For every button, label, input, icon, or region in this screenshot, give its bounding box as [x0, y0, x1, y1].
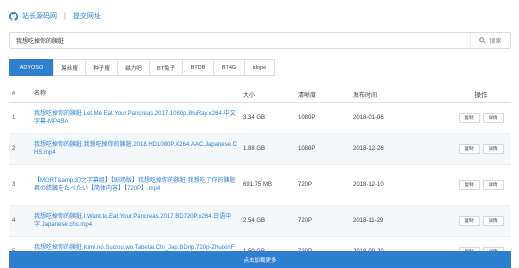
header-size: 大小: [243, 92, 256, 99]
row-size: 691.75 MB: [243, 182, 273, 188]
row-size: 1.88 GB: [243, 146, 266, 152]
row-name-link[interactable]: 我想吃掉你的胰脏.我想吃掉你的胰脏.2018.HD1080P.X264.AAC.…: [34, 141, 243, 157]
row-ops: 复制 详情: [451, 216, 511, 226]
detail-button[interactable]: 详情: [482, 180, 504, 190]
tab-adyoso[interactable]: ADYOSO: [9, 59, 54, 76]
detail-button[interactable]: 详情: [482, 144, 504, 154]
search-button[interactable]: 搜索: [470, 33, 510, 48]
nav-separator: |: [64, 12, 66, 20]
row-name-link[interactable]: 我想吃掉你的胰脏.Let.Me.Eat.Your.Pancreas.2017.1…: [34, 110, 243, 126]
row-resolution: 720P: [298, 182, 313, 188]
tab-zhongzisou[interactable]: 种子搜: [85, 59, 118, 76]
row-time: 2018-12-26: [353, 146, 384, 152]
row-time: 2018-01-06: [353, 115, 384, 121]
row-num: 2: [12, 146, 16, 152]
tab-cilima[interactable]: 磁力吧: [117, 59, 150, 76]
load-more-button[interactable]: 点击加载更多: [9, 251, 511, 268]
row-ops: 复制 详情: [451, 180, 511, 190]
row-size: 3.34 GB: [243, 115, 266, 121]
copy-button[interactable]: 复制: [458, 113, 480, 123]
tab-idope[interactable]: idope: [244, 59, 275, 76]
search-input[interactable]: [10, 33, 470, 48]
table-row: 1 我想吃掉你的胰脏.Let.Me.Eat.Your.Pancreas.2017…: [9, 103, 511, 134]
tab-btdb[interactable]: BTDB: [182, 59, 214, 76]
copy-button[interactable]: 复制: [458, 144, 480, 154]
site-link[interactable]: 站长源码网: [22, 11, 57, 21]
copy-button[interactable]: 复制: [458, 180, 480, 190]
tab-bt4g[interactable]: BT4G: [213, 59, 245, 76]
header-resolution: 清晰度: [298, 92, 317, 99]
results-table: # 名称 大小 清晰度 发布时间 操作 1 我想吃掉你的胰脏.Let.Me.Ea…: [9, 86, 511, 268]
row-name-link[interactable]: 【MGRT&amp;幻之字幕组】【剧场版】我想吃掉你的胰脏 我想吃了你的胰脏 君…: [34, 177, 243, 193]
row-num: 3: [12, 182, 16, 188]
engine-tabs: ADYOSO 屌丝搜 种子搜 磁力吧 BT兔子 BTDB BT4G idope: [9, 59, 275, 76]
search-bar: 搜索: [9, 32, 511, 49]
tab-bttuzi[interactable]: BT兔子: [149, 59, 183, 76]
detail-button[interactable]: 详情: [482, 216, 504, 226]
header-name: 名称: [34, 91, 47, 97]
github-icon[interactable]: [9, 11, 18, 21]
row-name-link[interactable]: 我想吃掉你的胰脏.I.Want.to.Eat.Your.Pancreas.201…: [34, 213, 243, 229]
table-row: 4 我想吃掉你的胰脏.I.Want.to.Eat.Your.Pancreas.2…: [9, 206, 511, 237]
row-resolution: 1080P: [298, 115, 316, 121]
search-button-label: 搜索: [489, 39, 502, 45]
row-time: 2018-12-10: [353, 182, 384, 188]
row-num: 1: [12, 115, 16, 121]
row-time: 2018-11-29: [353, 218, 384, 224]
header-num: #: [12, 91, 16, 97]
row-ops: 复制 详情: [451, 144, 511, 154]
submit-url-link[interactable]: 提交网址: [73, 11, 101, 21]
row-resolution: 1080P: [298, 146, 316, 152]
tab-diaosisou[interactable]: 屌丝搜: [53, 59, 86, 76]
search-icon: [479, 37, 487, 44]
table-header: # 名称 大小 清晰度 发布时间 操作: [9, 86, 511, 103]
detail-button[interactable]: 详情: [482, 113, 504, 123]
table-row: 2 我想吃掉你的胰脏.我想吃掉你的胰脏.2018.HD1080P.X264.AA…: [9, 134, 511, 165]
top-nav: 站长源码网 | 提交网址: [9, 10, 101, 22]
header-time: 发布时间: [353, 92, 378, 99]
copy-button[interactable]: 复制: [458, 216, 480, 226]
row-size: 2.54 GB: [243, 218, 266, 224]
row-resolution: 720P: [298, 218, 313, 224]
header-ops: 操作: [474, 92, 488, 99]
row-ops: 复制 详情: [451, 113, 511, 123]
row-num: 4: [12, 218, 16, 224]
table-row: 3 【MGRT&amp;幻之字幕组】【剧场版】我想吃掉你的胰脏 我想吃了你的胰脏…: [9, 165, 511, 206]
